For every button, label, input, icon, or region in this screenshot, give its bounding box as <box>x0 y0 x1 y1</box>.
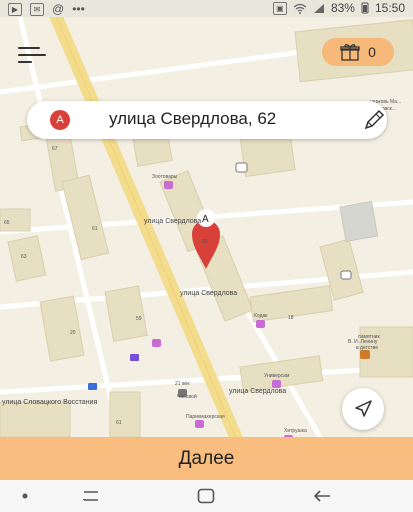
poi-zoo: Зоотовары <box>152 174 178 180</box>
house-number: 20 <box>70 330 76 336</box>
system-nav-bar <box>0 480 413 512</box>
status-right: ▣ 83% 15:50 <box>272 1 405 15</box>
poi-universam: Универсам <box>264 373 290 379</box>
gift-icon <box>340 44 360 61</box>
poi-detstve: в детстве <box>356 345 378 351</box>
poi-khitrushka: Хитрушка <box>284 428 307 434</box>
house-number: 67 <box>52 146 58 152</box>
dot-icon[interactable] <box>22 493 28 499</box>
gift-count: 0 <box>368 44 376 60</box>
poi-parikmaher: Парикмахерская <box>186 414 225 420</box>
poi-chasovoy: Часовой <box>177 394 197 400</box>
pencil-icon[interactable] <box>363 109 385 131</box>
map-view[interactable]: A 67 65 61 63 62 59 20 18 Зоотовары улиц… <box>0 17 413 437</box>
house-number: 59 <box>136 316 142 322</box>
house-number: 18 <box>288 315 294 321</box>
gift-button[interactable]: 0 <box>322 38 394 66</box>
home-icon[interactable] <box>197 488 215 504</box>
house-number: 61 <box>92 226 98 232</box>
menu-button[interactable] <box>18 45 46 65</box>
street-label: улица Свердлова <box>229 388 287 395</box>
address-badge: A <box>50 110 70 130</box>
map-canvas <box>0 17 413 437</box>
clock: 15:50 <box>374 1 405 15</box>
image-icon: ▣ <box>272 1 287 15</box>
recent-apps-icon[interactable] <box>82 488 100 504</box>
street-label: улица Свердлова <box>144 218 202 225</box>
address-bar[interactable]: A улица Свердлова, 62 <box>27 101 387 139</box>
my-location-button[interactable] <box>342 388 384 430</box>
poi-kodak: Кодак <box>254 313 268 319</box>
house-number: 63 <box>21 254 27 260</box>
at-icon: @ <box>52 2 65 16</box>
pin-label: A <box>202 214 209 225</box>
mail-icon: ✉ <box>30 2 44 16</box>
next-button[interactable]: Далее <box>0 437 413 480</box>
back-icon[interactable] <box>312 488 332 504</box>
signal-icon <box>313 3 324 13</box>
poi-century: 21 век <box>175 381 190 387</box>
street-label: улица Словацкого Восстания <box>2 399 98 406</box>
navigation-arrow-icon <box>355 400 372 417</box>
hamburger-line <box>18 54 46 56</box>
house-number: 62 <box>202 239 208 245</box>
youtube-icon: ▶ <box>8 2 22 16</box>
address-text: улица Свердлова, 62 <box>109 109 277 128</box>
wifi-icon <box>293 3 307 14</box>
hamburger-icon <box>18 47 40 49</box>
battery-percent: 83% <box>330 1 355 15</box>
status-left: ▶ ✉ @ ••• <box>8 2 85 16</box>
more-icon: ••• <box>72 2 85 16</box>
house-number: 65 <box>4 220 10 226</box>
house-number: 61 <box>116 420 122 426</box>
hamburger-line <box>18 61 32 63</box>
status-bar: ▶ ✉ @ ••• ▣ 83% 15:50 <box>0 0 413 17</box>
street-label: улица Свердлова <box>180 290 238 297</box>
battery-icon <box>361 2 369 14</box>
